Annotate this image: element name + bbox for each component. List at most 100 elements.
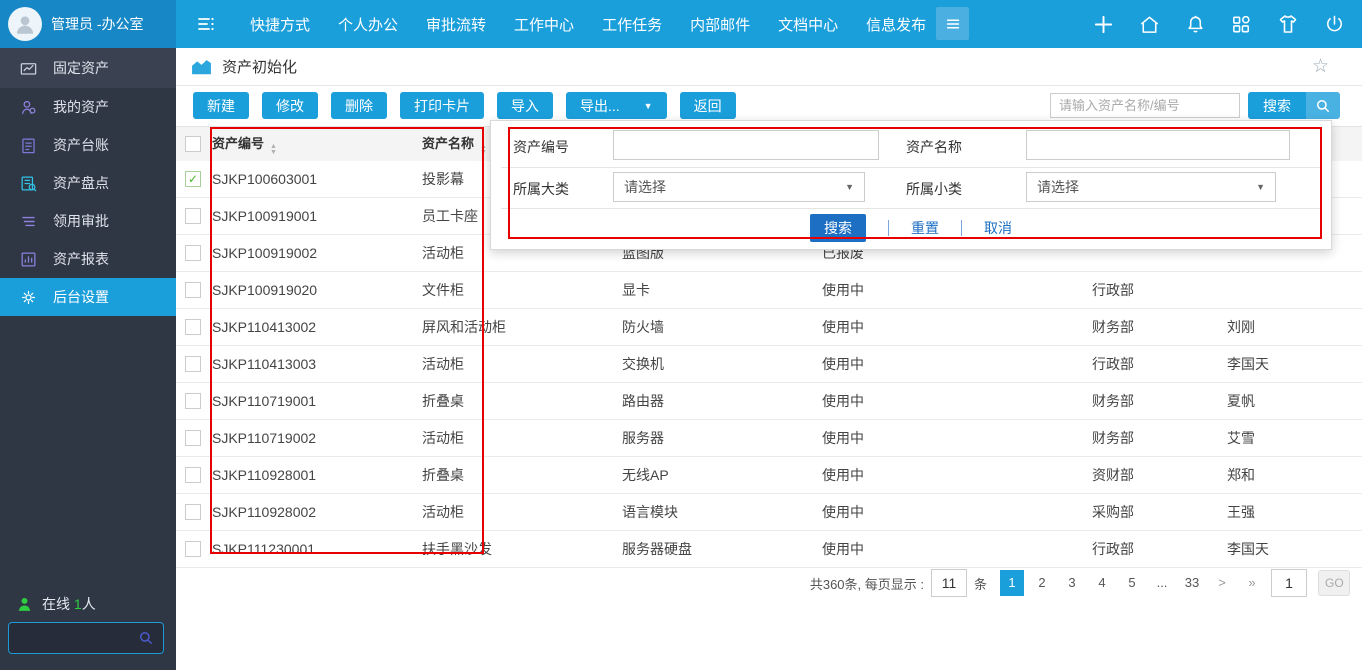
theme-shirt-icon[interactable] [1276, 12, 1300, 36]
select-all-checkbox[interactable] [185, 136, 201, 152]
cell-name: 活动柜 [420, 354, 620, 374]
sidebar-item-approval[interactable]: 领用审批 [0, 202, 176, 240]
cell-status: 使用中 [820, 502, 1090, 522]
header-asset-code[interactable]: 资产编号▲▼ [210, 133, 420, 156]
delete-button[interactable]: 删除 [331, 92, 387, 119]
nav-item-2[interactable]: 个人办公 [324, 14, 412, 35]
row-checkbox[interactable] [185, 430, 201, 446]
plus-icon[interactable] [1092, 13, 1115, 36]
nav-item-6[interactable]: 内部邮件 [676, 14, 764, 35]
user-name: 管理员 -办公室 [51, 14, 144, 34]
cell-name: 折叠桌 [420, 465, 620, 485]
next-page-button[interactable]: > [1210, 570, 1234, 596]
last-page-button[interactable]: » [1240, 570, 1264, 596]
page-button-4[interactable]: 4 [1090, 570, 1114, 596]
online-label: 在线 [42, 596, 70, 612]
nav-item-7[interactable]: 文档中心 [764, 14, 852, 35]
avatar[interactable] [8, 7, 42, 41]
edit-button[interactable]: 修改 [262, 92, 318, 119]
cell-name2: 无线AP [620, 465, 820, 485]
online-count: 1 [74, 596, 82, 612]
asset-search-input[interactable] [1050, 93, 1240, 118]
new-button[interactable]: 新建 [193, 92, 249, 119]
sidebar-item-report[interactable]: 资产报表 [0, 240, 176, 278]
sidebar-menu: 固定资产我的资产资产台账资产盘点领用审批资产报表后台设置 [0, 48, 176, 316]
search-magnifier-button[interactable] [1306, 92, 1340, 119]
filter-search-button[interactable]: 搜索 [810, 214, 866, 242]
back-button[interactable]: 返回 [680, 92, 736, 119]
sort-icon[interactable]: ▲▼ [270, 144, 277, 156]
table-row: SJKP110928001折叠桌无线AP使用中资财部郑和 [176, 457, 1362, 494]
filter-code-input[interactable] [613, 130, 879, 160]
hamburger-menu-button[interactable] [936, 7, 969, 40]
nav-item-1[interactable]: 快捷方式 [236, 14, 324, 35]
filter-reset-link[interactable]: 重置 [911, 218, 939, 238]
page-button-3[interactable]: 3 [1060, 570, 1084, 596]
nav-item-4[interactable]: 工作中心 [500, 14, 588, 35]
apps-icon[interactable] [1230, 13, 1253, 36]
sort-icon[interactable]: ▲▼ [480, 144, 487, 156]
favorite-star-icon[interactable]: ☆ [1312, 55, 1329, 78]
row-checkbox[interactable] [185, 356, 201, 372]
home-icon[interactable] [1138, 13, 1161, 36]
sidebar-item-ledger[interactable]: 资产台账 [0, 126, 176, 164]
sidebar-search-input[interactable] [9, 631, 137, 646]
chevron-down-icon: ▼ [845, 182, 854, 192]
row-checkbox[interactable] [185, 245, 201, 261]
page-size-input[interactable] [931, 569, 967, 597]
page-button-1[interactable]: 1 [1000, 570, 1024, 596]
cell-user: 李国天 [1225, 354, 1362, 374]
cell-dept: 采购部 [1090, 502, 1225, 522]
page-button-5[interactable]: 5 [1120, 570, 1144, 596]
cell-user: 夏帆 [1225, 391, 1362, 411]
row-checkbox[interactable] [185, 504, 201, 520]
cell-status: 使用中 [820, 428, 1090, 448]
cell-name: 活动柜 [420, 428, 620, 448]
topbar: 管理员 -办公室 快捷方式个人办公审批流转工作中心工作任务内部邮件文档中心信息发… [0, 0, 1362, 48]
menu-list-icon[interactable] [194, 12, 218, 36]
row-checkbox[interactable] [185, 541, 201, 557]
assets-chart-icon [19, 59, 39, 78]
cell-dept: 财务部 [1090, 317, 1225, 337]
print-card-button[interactable]: 打印卡片 [400, 92, 484, 119]
goto-page-input[interactable] [1271, 569, 1307, 597]
row-checkbox[interactable] [185, 208, 201, 224]
search-button[interactable]: 搜索 [1248, 92, 1306, 119]
power-icon[interactable] [1323, 13, 1346, 36]
filter-subcategory-select[interactable]: 请选择▼ [1026, 172, 1276, 202]
bell-icon[interactable] [1184, 13, 1207, 36]
cell-status: 使用中 [820, 465, 1090, 485]
page-button-2[interactable]: 2 [1030, 570, 1054, 596]
row-checkbox[interactable] [185, 319, 201, 335]
chevron-down-icon: ▼ [1256, 182, 1265, 192]
filter-cancel-link[interactable]: 取消 [984, 218, 1012, 238]
import-button[interactable]: 导入 [497, 92, 553, 119]
sidebar-search-icon[interactable] [137, 629, 155, 647]
sidebar-item-inventory[interactable]: 资产盘点 [0, 164, 176, 202]
cell-dept: 行政部 [1090, 539, 1225, 559]
cell-dept: 财务部 [1090, 391, 1225, 411]
nav-item-3[interactable]: 审批流转 [412, 14, 500, 35]
nav-item-8[interactable]: 信息发布 [852, 14, 940, 35]
nav-item-5[interactable]: 工作任务 [588, 14, 676, 35]
cell-name2: 服务器 [620, 428, 820, 448]
user-area[interactable]: 管理员 -办公室 [0, 0, 176, 48]
divider [961, 220, 962, 236]
sidebar-item-my-assets[interactable]: 我的资产 [0, 88, 176, 126]
row-checkbox[interactable]: ✓ [185, 171, 201, 187]
row-checkbox[interactable] [185, 467, 201, 483]
sidebar-item-label: 资产报表 [53, 249, 109, 269]
export-dropdown-button[interactable]: 导出...▼ [566, 92, 667, 119]
page-button-33[interactable]: 33 [1180, 570, 1204, 596]
row-checkbox[interactable] [185, 393, 201, 409]
filter-name-input[interactable] [1026, 130, 1290, 160]
go-button[interactable]: GO [1318, 570, 1350, 596]
sidebar-item-settings[interactable]: 后台设置 [0, 278, 176, 316]
cell-name2: 语言模块 [620, 502, 820, 522]
cell-code: SJKP111230001 [210, 541, 420, 557]
sidebar-item-assets-chart[interactable]: 固定资产 [0, 48, 176, 88]
row-checkbox[interactable] [185, 282, 201, 298]
inventory-icon [19, 174, 39, 193]
filter-category-select[interactable]: 请选择▼ [613, 172, 865, 202]
online-suffix: 人 [82, 596, 96, 612]
